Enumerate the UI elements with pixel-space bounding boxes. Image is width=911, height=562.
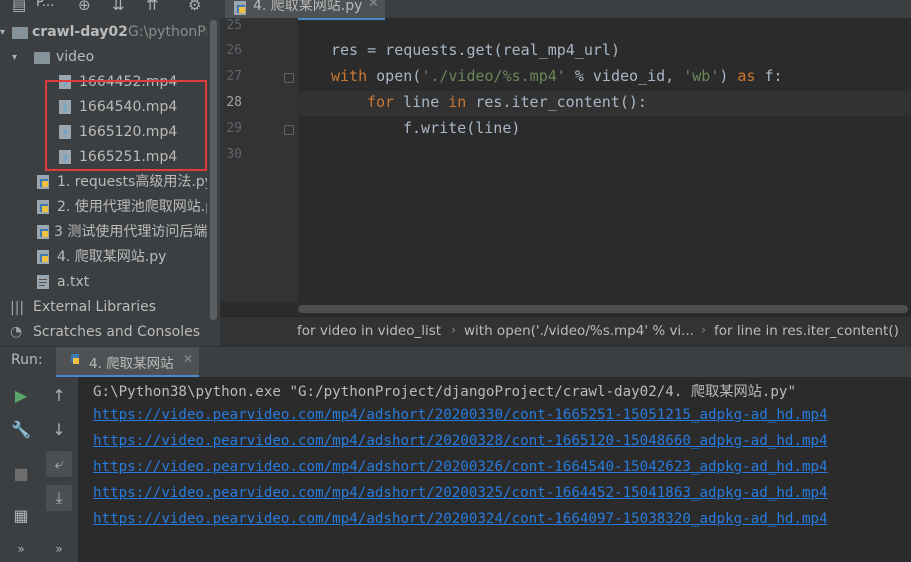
editor-horizontal-scrollbar[interactable] — [298, 302, 911, 316]
arrow-up-icon[interactable]: ↑ — [46, 383, 72, 409]
text-file-icon — [37, 275, 49, 289]
project-view-selector[interactable]: P... — [36, 0, 54, 10]
tree-scratches[interactable]: ◔ Scratches and Consoles — [0, 320, 207, 345]
soft-wrap-icon[interactable]: ⤶ — [46, 451, 72, 477]
arrow-down-icon[interactable]: ↓ — [46, 417, 72, 443]
fold-marker-icon[interactable] — [284, 73, 294, 83]
line-number: 26 — [226, 43, 242, 58]
python-file-icon — [37, 175, 49, 189]
folder-icon — [34, 52, 50, 64]
wrench-icon[interactable]: 🔧 — [8, 417, 34, 443]
scrollbar-thumb[interactable] — [210, 20, 217, 320]
scratches-label: Scratches and Consoles — [33, 324, 200, 340]
python-file-icon — [37, 200, 49, 214]
python-file-icon — [37, 225, 49, 239]
tree-file-py[interactable]: 4. 爬取某网站.py — [0, 245, 207, 270]
file-label: a.txt — [57, 274, 90, 290]
run-header: Run: 4. 爬取某网站 ✕ — [0, 346, 911, 377]
project-panel: ▤ P... ⊕ ⇊ ⇈ ⚙ ▾ crawl-day02 G:\pythonPr… — [0, 0, 220, 346]
file-label: 4. 爬取某网站.py — [57, 249, 167, 265]
run-toolbar: ▶ ↑ 🔧 ↓ ⤶ ■ ⤓ ▦ » » — [0, 377, 78, 562]
editor-panel: 4. 爬取某网站.py ✕ 25 26 27 28 29 30 res = re… — [220, 0, 911, 347]
line-number: 30 — [226, 147, 242, 162]
run-tab-label: 4. 爬取某网站 — [89, 356, 174, 372]
expand-all-icon[interactable]: ⇊ — [112, 0, 125, 14]
code-line-26[interactable]: res = requests.get(real_mp4_url) — [331, 41, 620, 59]
breadcrumb-item[interactable]: for video in video_list — [297, 323, 441, 339]
close-icon[interactable]: ✕ — [183, 352, 193, 366]
code-line-29[interactable]: f.write(line) — [403, 119, 520, 137]
chevron-right-icon: › — [451, 323, 457, 338]
project-icon[interactable]: ▤ — [12, 0, 26, 14]
locate-icon[interactable]: ⊕ — [78, 0, 91, 14]
root-name: crawl-day02 — [32, 24, 128, 40]
editor-gutter: 25 26 27 28 29 30 — [220, 18, 298, 302]
run-tab[interactable]: 4. 爬取某网站 ✕ — [56, 347, 199, 377]
chevron-down-icon: ▾ — [0, 27, 6, 38]
console-command: G:\Python38\python.exe "G:/pythonProject… — [93, 384, 797, 400]
external-libraries-label: External Libraries — [33, 299, 156, 315]
chevron-down-icon: ▾ — [12, 52, 18, 63]
console-output[interactable]: G:\Python38\python.exe "G:/pythonProject… — [78, 377, 911, 562]
close-icon[interactable]: ✕ — [368, 0, 379, 11]
code-line-28[interactable]: for line in res.iter_content(): — [367, 93, 647, 111]
tree-file-py[interactable]: 3 测试使用代理访问后端.p — [0, 220, 220, 245]
fold-marker-icon[interactable] — [284, 125, 294, 135]
file-label: 3 测试使用代理访问后端.p — [54, 224, 220, 240]
tree-file-txt[interactable]: a.txt — [0, 270, 207, 295]
run-icon[interactable]: ▶ — [8, 383, 34, 409]
console-link[interactable]: https://video.pearvideo.com/mp4/adshort/… — [93, 407, 828, 423]
python-file-icon — [234, 1, 246, 15]
highlight-box — [45, 80, 207, 171]
console-link[interactable]: https://video.pearvideo.com/mp4/adshort/… — [93, 459, 828, 475]
project-toolbar: ▤ P... ⊕ ⇊ ⇈ ⚙ — [0, 0, 220, 18]
console-link[interactable]: https://video.pearvideo.com/mp4/adshort/… — [93, 485, 828, 501]
file-label: 1. requests高级用法.py — [57, 174, 213, 190]
python-file-icon — [71, 354, 79, 364]
more-icon[interactable]: » — [8, 536, 34, 562]
gear-icon[interactable]: ⚙ — [188, 0, 201, 14]
file-label: 2. 使用代理池爬取网站.py — [57, 199, 220, 215]
python-file-icon — [37, 250, 49, 264]
chevron-right-icon: › — [701, 323, 707, 338]
scratches-icon: ◔ — [10, 324, 23, 340]
console-link[interactable]: https://video.pearvideo.com/mp4/adshort/… — [93, 433, 828, 449]
console-link[interactable]: https://video.pearvideo.com/mp4/adshort/… — [93, 511, 828, 527]
tree-file-py[interactable]: 1. requests高级用法.py — [0, 170, 213, 195]
editor-tab-active[interactable]: 4. 爬取某网站.py ✕ — [225, 0, 385, 20]
breadcrumb: for video in video_list › with open('./v… — [220, 316, 911, 347]
scroll-to-end-icon[interactable]: ⤓ — [46, 485, 72, 511]
breadcrumb-item[interactable]: for line in res.iter_content() — [714, 323, 899, 339]
run-label: Run: — [11, 352, 43, 368]
code-line-27[interactable]: with open('./video/%s.mp4' % video_id, '… — [331, 67, 783, 85]
line-number: 27 — [226, 69, 242, 84]
more-icon[interactable]: » — [46, 536, 72, 562]
collapse-all-icon[interactable]: ⇈ — [146, 0, 159, 14]
breadcrumb-item[interactable]: with open('./video/%s.mp4' % vi... — [464, 323, 694, 339]
editor-tabbar: 4. 爬取某网站.py ✕ — [220, 0, 911, 20]
scrollbar-thumb[interactable] — [298, 305, 908, 313]
project-scrollbar[interactable] — [207, 0, 220, 346]
tree-file-py[interactable]: 2. 使用代理池爬取网站.py — [0, 195, 220, 220]
tree-root[interactable]: ▾ crawl-day02 G:\pythonProj — [0, 20, 220, 45]
tree-folder-video[interactable]: ▾ video — [0, 45, 207, 70]
folder-icon — [12, 27, 28, 39]
layout-icon[interactable]: ▦ — [8, 503, 34, 529]
folder-label: video — [56, 49, 95, 65]
tree-external-libraries[interactable]: ||| External Libraries — [0, 295, 207, 320]
library-icon: ||| — [10, 300, 25, 316]
editor-tab-label: 4. 爬取某网站.py — [253, 0, 363, 14]
line-number: 29 — [226, 121, 242, 136]
line-number: 28 — [226, 95, 242, 110]
line-number: 25 — [226, 18, 242, 33]
stop-icon[interactable]: ■ — [8, 461, 34, 487]
